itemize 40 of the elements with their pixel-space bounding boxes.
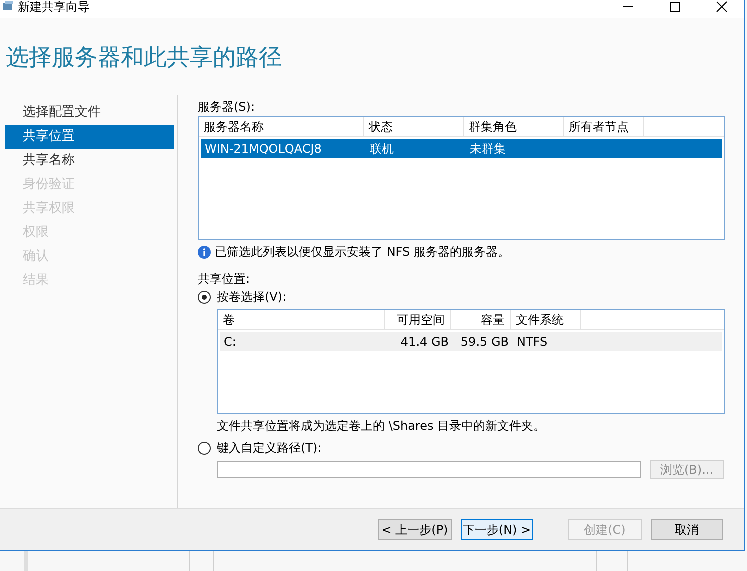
- table-cell-text: 未群集: [470, 140, 506, 158]
- table-cell-text: C:: [224, 334, 236, 350]
- maximize-icon[interactable]: [669, 1, 681, 13]
- wizard-button[interactable]: 下一步(N) >: [461, 519, 533, 540]
- servers-label: 服务器(S):: [198, 99, 256, 116]
- step-item[interactable]: 选择配置文件: [5, 101, 174, 125]
- table-cell-text: 41.4 GB: [400, 334, 449, 350]
- step-item[interactable]: 共享名称: [5, 149, 174, 173]
- column-header[interactable]: 服务器名称: [199, 117, 364, 136]
- column-header[interactable]: 状态: [364, 117, 464, 136]
- location-label: 共享位置:: [198, 271, 252, 288]
- wizard-button[interactable]: < 上一步(P): [378, 519, 452, 540]
- info-icon: [198, 246, 211, 258]
- table-cell-text: WIN-21MQOLQACJ8: [205, 140, 322, 158]
- window-title: 新建共享向导: [18, 0, 90, 14]
- table-cell-text: 联机: [370, 140, 394, 158]
- table-row[interactable]: C: 41.4 GB 59.5 GB NTFS: [220, 332, 722, 351]
- radio-label[interactable]: 键入自定义路径(T):: [217, 439, 322, 457]
- radio-button[interactable]: [198, 290, 211, 304]
- table-cell-text: 59.5 GB: [460, 334, 509, 350]
- column-header[interactable]: 可用空间: [385, 310, 451, 329]
- table-cell-text: NTFS: [517, 334, 548, 350]
- column-header[interactable]: 卷: [218, 310, 385, 329]
- wizard-icon: [2, 0, 14, 12]
- wizard-button[interactable]: 取消: [651, 519, 723, 540]
- column-header[interactable]: 群集角色: [464, 117, 564, 136]
- path-field[interactable]: [217, 461, 641, 478]
- info-text: 已筛选此列表以便仅显示安装了 NFS 服务器的服务器。: [215, 244, 510, 261]
- radio-label[interactable]: 按卷选择(V):: [217, 288, 287, 306]
- table-row[interactable]: WIN-21MQOLQACJ8 联机 未群集: [201, 139, 722, 158]
- column-header[interactable]: 文件系统: [511, 310, 581, 329]
- list-view[interactable]: 卷 可用空间 容量 文件系统 C: 41.4 GB 59.5 GB NTFS: [217, 309, 725, 414]
- step-item[interactable]: 共享位置: [5, 125, 174, 149]
- page-heading: 选择服务器和此共享的路径: [6, 44, 282, 74]
- list-view[interactable]: 服务器名称 状态 群集角色 所有者节点 WIN-21MQOLQACJ8 联机 未群集: [198, 116, 725, 240]
- note-text: 文件共享位置将成为选定卷上的 \Shares 目录中的新文件夹。: [217, 418, 546, 435]
- column-header[interactable]: 容量: [451, 310, 511, 329]
- column-header[interactable]: 所有者节点: [564, 117, 644, 136]
- radio-button[interactable]: [198, 442, 211, 454]
- close-icon[interactable]: [716, 1, 728, 13]
